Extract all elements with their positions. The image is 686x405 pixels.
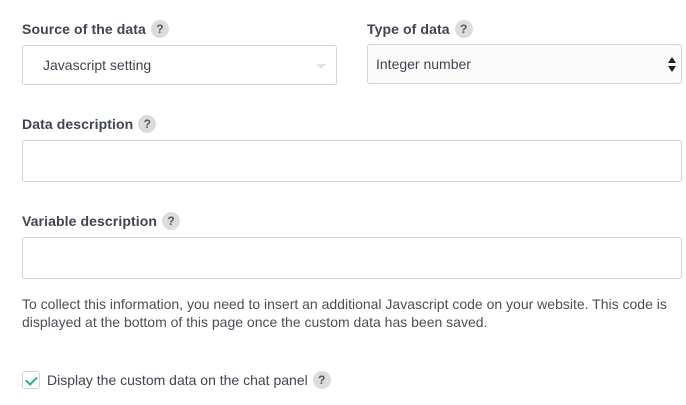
- source-select-value: Javascript setting: [43, 57, 152, 73]
- source-select[interactable]: Javascript setting: [22, 45, 337, 85]
- help-icon[interactable]: ?: [150, 20, 169, 38]
- display-on-chat-panel-checkbox[interactable]: [22, 371, 40, 389]
- check-mark-icon: [25, 373, 38, 386]
- help-icon[interactable]: ?: [312, 371, 331, 389]
- data-description-label-row: Data description ?: [22, 114, 157, 134]
- javascript-info-text: To collect this information, you need to…: [22, 296, 667, 330]
- custom-data-form: Source of the data ? Javascript setting …: [0, 0, 686, 405]
- type-field-label: Type of data: [367, 21, 450, 37]
- data-description-input[interactable]: [22, 140, 682, 182]
- variable-description-input[interactable]: [22, 237, 682, 279]
- up-down-arrows-icon: [667, 57, 677, 73]
- type-select[interactable]: Integer number: [367, 44, 682, 84]
- type-field-label-row: Type of data ?: [367, 19, 473, 39]
- help-icon[interactable]: ?: [162, 212, 181, 230]
- data-description-label: Data description: [22, 116, 134, 132]
- variable-description-label-row: Variable description ?: [22, 211, 181, 231]
- source-field-label-row: Source of the data ?: [22, 19, 169, 39]
- display-option-label: Display the custom data on the chat pane…: [47, 372, 308, 388]
- help-icon[interactable]: ?: [138, 115, 157, 133]
- help-icon[interactable]: ?: [454, 20, 473, 38]
- chevron-down-icon: [316, 64, 326, 69]
- type-select-value: Integer number: [376, 56, 471, 72]
- source-field-label: Source of the data: [22, 21, 146, 37]
- display-option-label-row[interactable]: Display the custom data on the chat pane…: [47, 370, 331, 390]
- variable-description-label: Variable description: [22, 213, 158, 229]
